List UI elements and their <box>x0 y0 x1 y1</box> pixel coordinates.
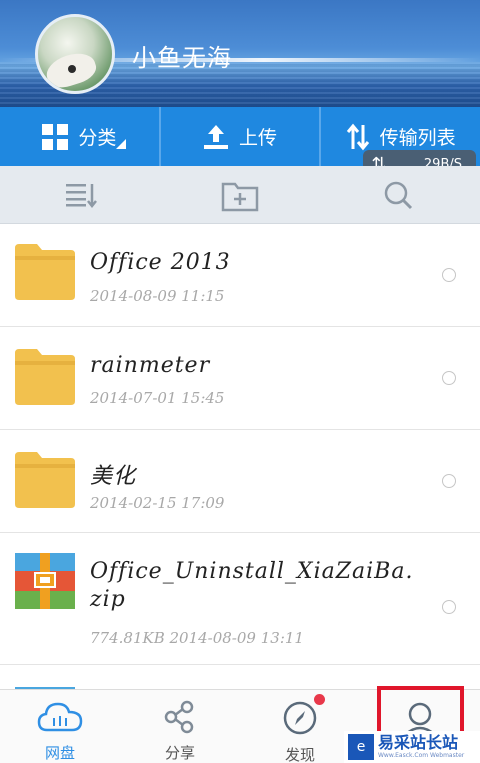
watermark-text-block: 易采站长站 Www.Easck.Com Webmaster <box>378 734 464 760</box>
upload-button[interactable]: 上传 <box>158 107 320 166</box>
file-name: Office_Uninstall_XiaZaiBa. <box>90 559 414 584</box>
nav-share[interactable]: 分享 <box>120 690 240 763</box>
watermark-sub: Www.Easck.Com Webmaster <box>378 752 465 759</box>
watermark: e 易采站长站 Www.Easck.Com Webmaster <box>344 731 480 763</box>
dropdown-caret-icon <box>116 139 126 149</box>
nav-label: 网盘 <box>44 744 75 762</box>
folder-icon <box>15 349 75 405</box>
category-button[interactable]: 分类 <box>0 107 159 166</box>
category-label: 分类 <box>78 127 117 149</box>
folder-icon <box>15 452 75 508</box>
file-name-continued: zip <box>90 587 126 612</box>
select-radio[interactable] <box>442 474 456 488</box>
cloud-icon <box>37 700 83 738</box>
search-icon[interactable] <box>383 180 415 216</box>
nav-label: 分享 <box>164 744 195 762</box>
nav-label: 发现 <box>284 746 315 763</box>
nav-discover[interactable]: 发现 <box>240 690 360 763</box>
upload-label: 上传 <box>239 127 278 149</box>
watermark-logo-icon: e <box>348 734 374 760</box>
notification-badge <box>314 694 325 705</box>
file-name: rainmeter <box>90 353 211 378</box>
archive-icon <box>15 553 75 609</box>
avatar-dot <box>68 65 76 73</box>
folder-icon <box>15 244 75 300</box>
file-row[interactable]: 美化 2014-02-15 17:09 <box>0 430 480 533</box>
file-meta: 2014-07-01 15:45 <box>90 389 225 407</box>
select-radio[interactable] <box>442 268 456 282</box>
compass-icon <box>282 700 318 740</box>
select-radio[interactable] <box>442 371 456 385</box>
file-meta: 2014-02-15 17:09 <box>90 494 225 512</box>
file-row[interactable]: Office_Uninstall_XiaZaiBa. zip 774.81KB … <box>0 533 480 665</box>
file-row[interactable]: rainmeter 2014-07-01 15:45 <box>0 327 480 430</box>
avatar[interactable] <box>35 14 115 94</box>
file-name: 美化 <box>90 464 137 489</box>
watermark-text: 易采站长站 <box>378 733 459 752</box>
share-icon <box>163 700 197 738</box>
file-toolbar <box>0 166 480 224</box>
transfer-icon <box>346 123 370 151</box>
select-radio[interactable] <box>442 600 456 614</box>
new-folder-icon[interactable] <box>221 180 259 216</box>
nav-cloud-drive[interactable]: 网盘 <box>0 690 120 763</box>
grid-icon <box>42 123 69 150</box>
file-name: Office 2013 <box>90 250 231 275</box>
file-list: Office 2013 2014-08-09 11:15 rainmeter 2… <box>0 224 480 689</box>
profile-header: 小鱼无海 <box>0 0 480 107</box>
file-row[interactable]: Office 2013 2014-08-09 11:15 <box>0 224 480 327</box>
file-meta: 2014-08-09 11:15 <box>90 287 225 305</box>
upload-icon <box>203 123 229 151</box>
file-meta: 774.81KB 2014-08-09 13:11 <box>90 629 304 647</box>
username[interactable]: 小鱼无海 <box>132 38 232 73</box>
sort-icon[interactable] <box>64 180 98 212</box>
transfer-label: 传输列表 <box>379 127 456 149</box>
